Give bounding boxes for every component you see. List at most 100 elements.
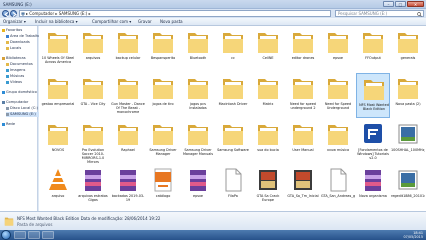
folder-item[interactable]: jogos de tiro — [146, 73, 180, 118]
item-label: GTA - Vice City — [80, 102, 106, 106]
item-label: Samsung Driver Manager Manuals — [182, 148, 214, 156]
folder-item[interactable]: Macintosh Driver — [216, 73, 250, 118]
item-label: NFS Most Wanted Black Edition — [359, 103, 389, 111]
folder-item[interactable]: Raphael — [111, 119, 145, 164]
folder-item[interactable]: Need for speed underground 2 — [286, 73, 320, 118]
image-icon — [6, 68, 9, 72]
sidebar-item[interactable]: Bibliotecas — [2, 56, 37, 61]
sidebar-item[interactable]: Vídeos — [6, 80, 41, 85]
new-folder-button[interactable]: Nova pasta — [160, 19, 183, 25]
folder-item[interactable]: epsxe — [321, 27, 355, 72]
taskbar: 18:41 07/05/2015 — [0, 230, 426, 240]
folder-item[interactable]: Bespansperito — [146, 27, 180, 72]
file-item[interactable]: FilaPa — [216, 165, 250, 210]
folder-item[interactable]: Nova pasta (2) — [391, 73, 425, 118]
folder-item[interactable]: CellNE — [251, 27, 285, 72]
file-item[interactable]: arquivo — [41, 165, 75, 210]
folder-item[interactable]: Gun Master - Dance Of The Beast - monoch… — [111, 73, 145, 118]
folder-item[interactable]: gestao empresarial — [41, 73, 75, 118]
search-input[interactable]: Pesquisar SAMSUNG (E:) — [335, 10, 424, 17]
address-input[interactable]: ▸ Computador ▸ SAMSUNG (E:) ▸ — [19, 10, 331, 17]
close-button[interactable]: ✕ — [407, 1, 424, 7]
sidebar-item[interactable]: Disco Local (C:) — [6, 106, 41, 111]
item-label: arquivos — [85, 56, 101, 60]
file-item[interactable]: 100SHHAL_100MHz_1001FC0... — [391, 119, 425, 164]
folder-item[interactable]: editor drones — [286, 27, 320, 72]
file-item[interactable]: GTA Sa Crack Europe — [251, 165, 285, 210]
sidebar-item[interactable]: Documentos — [6, 62, 41, 67]
folder-item[interactable]: NOVOS — [41, 119, 75, 164]
folder-item[interactable]: cc — [216, 27, 250, 72]
file-item[interactable]: epsxe — [181, 165, 215, 210]
include-library-button[interactable]: Incluir na biblioteca ▾ — [35, 19, 78, 25]
item-label: epsxe — [333, 56, 343, 60]
file-item[interactable]: GTA_Sa_Tm_Inicial — [286, 165, 320, 210]
folder-item[interactable]: Samsung Driver Manager Manuals — [181, 119, 215, 164]
item-label: FFOutput — [365, 56, 381, 60]
item-label: Bespansperito — [150, 56, 176, 60]
sidebar-item[interactable]: Downloads — [6, 40, 41, 45]
folder-icon — [188, 33, 208, 53]
file-item[interactable]: Nova organisma — [356, 165, 390, 210]
file-item[interactable]: backados 2019-03-19 — [111, 165, 145, 210]
folder-item[interactable]: Matrix — [251, 73, 285, 118]
search-icon — [417, 12, 422, 17]
file-item[interactable]: [Fondamentos de Windows] Tutoriais v2.0 — [356, 119, 390, 164]
winrar-icon — [365, 170, 381, 191]
folder-item[interactable]: generals — [391, 27, 425, 72]
folder-item[interactable]: User Manual — [286, 119, 320, 164]
item-label: Samsung Software — [217, 148, 249, 152]
folder-item[interactable]: Need for Speed Underground — [321, 73, 355, 118]
item-label: epsxe — [193, 194, 203, 198]
folder-item[interactable]: sua do bucia — [251, 119, 285, 164]
minimize-button[interactable]: – — [383, 1, 394, 7]
organize-button[interactable]: Organizar ▾ — [3, 19, 26, 25]
computer-icon — [2, 100, 5, 104]
folder-icon — [293, 125, 313, 145]
sidebar-item[interactable]: Locais — [6, 46, 41, 51]
forward-button[interactable] — [10, 10, 17, 18]
back-button[interactable] — [2, 10, 9, 18]
sidebar-item[interactable]: Músicas — [6, 74, 41, 79]
folder-item[interactable]: Samsung Driver Manager — [146, 119, 180, 164]
sidebar-item[interactable]: Computador — [2, 100, 37, 105]
folder-item[interactable]: Bluetooth — [181, 27, 215, 72]
folder-item[interactable]: xvuw música — [321, 119, 355, 164]
maximize-button[interactable]: □ — [395, 1, 406, 7]
share-button[interactable]: Compartilhar com ▾ — [92, 19, 131, 25]
selected-item-info: NFS Most Wanted Black Edition Data de mo… — [17, 216, 161, 221]
item-label: arquivos estratos Gigas — [78, 194, 108, 202]
taskbar-media-button[interactable] — [42, 231, 54, 239]
folder-item[interactable]: backup celular — [111, 27, 145, 72]
folder-item[interactable]: NFS Most Wanted Black Edition — [356, 73, 390, 118]
start-button[interactable] — [1, 230, 11, 240]
file-item[interactable]: regedit1886_20101414.jpg — [391, 165, 425, 210]
image-icon — [398, 124, 418, 144]
sidebar-item[interactable]: Imagens — [6, 68, 41, 73]
sidebar-item[interactable]: Área de Trabalho — [6, 34, 41, 39]
burn-button[interactable]: Gravar — [138, 19, 152, 25]
folder-item[interactable]: Samsung Software — [216, 119, 250, 164]
item-label: [Fondamentos de Windows] Tutoriais v2.0 — [357, 148, 389, 160]
sidebar-item[interactable]: SAMSUNG (E:) — [6, 112, 41, 117]
folder-item[interactable]: jogos pcs instalados — [181, 73, 215, 118]
folder-item[interactable]: 10 Wheels Of Steel Across America — [41, 27, 75, 72]
folder-icon — [118, 33, 138, 53]
system-clock[interactable]: 18:41 07/05/2015 — [403, 231, 423, 239]
sidebar-item[interactable]: Grupo doméstico — [2, 90, 37, 95]
item-label: gestao empresarial — [41, 102, 75, 106]
sidebar-item[interactable]: Favoritos — [2, 28, 37, 33]
file-item[interactable]: catálogo — [146, 165, 180, 210]
app-icon — [364, 124, 382, 143]
folder-item[interactable]: arquivos — [76, 27, 110, 72]
file-item[interactable]: GTA_San_Andreas_game — [321, 165, 355, 210]
folder-item[interactable]: FFOutput — [356, 27, 390, 72]
folder-item[interactable]: Pro Evolution Soccer 2010-MIRRORS-1.0 Mi… — [76, 119, 110, 164]
sidebar-item-label: Favoritos — [6, 28, 23, 32]
sidebar-item[interactable]: Rede — [2, 122, 37, 127]
taskbar-explorer-button[interactable] — [28, 231, 40, 239]
taskbar-ie-button[interactable] — [14, 231, 26, 239]
file-item[interactable]: arquivos estratos Gigas — [76, 165, 110, 210]
folder-item[interactable]: GTA - Vice City — [76, 73, 110, 118]
folder-icon — [153, 33, 173, 53]
